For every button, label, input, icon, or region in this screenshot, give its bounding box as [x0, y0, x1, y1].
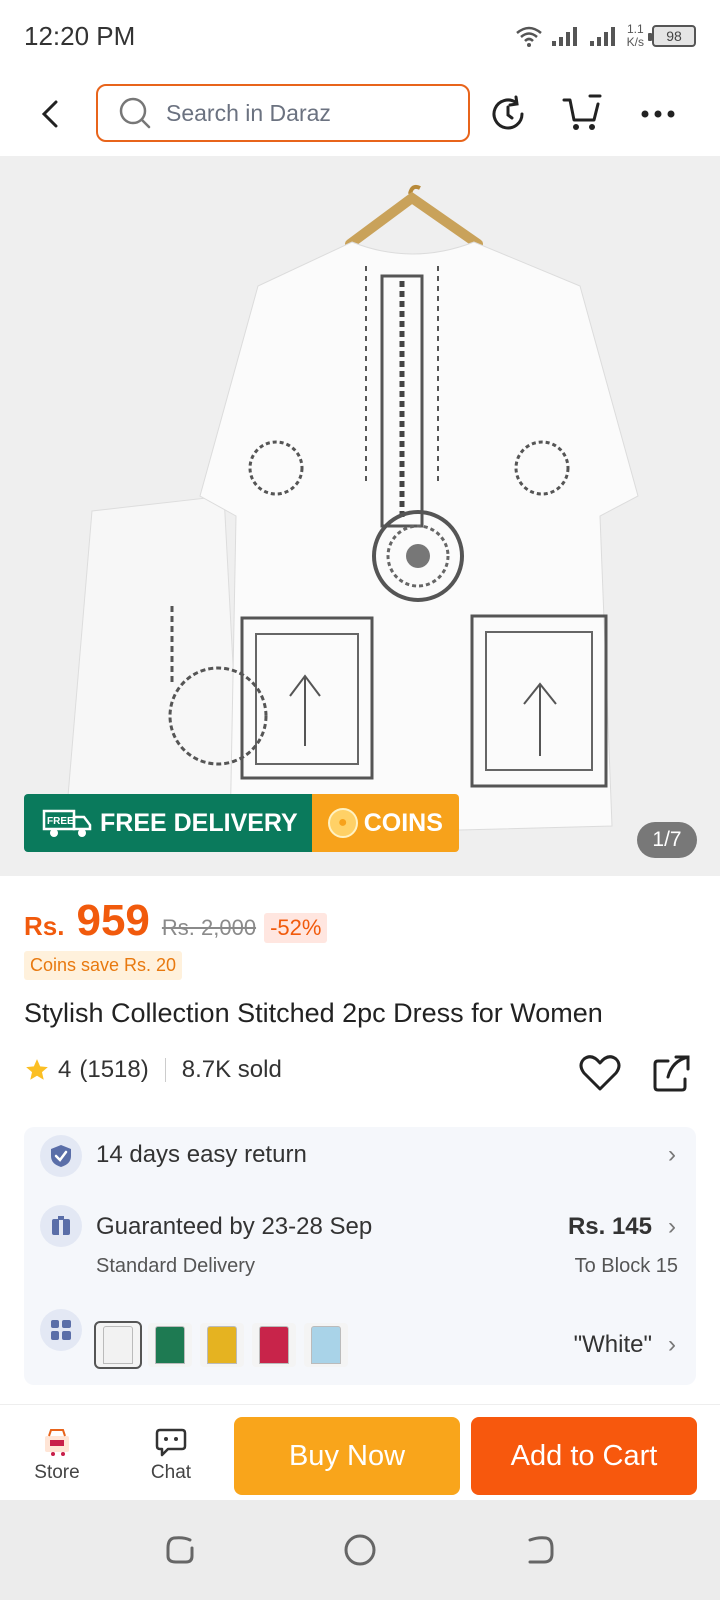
product-title: Stylish Collection Stitched 2pc Dress fo… — [24, 998, 603, 1028]
delivery-type-text: Standard Delivery — [96, 1255, 255, 1277]
history-icon — [492, 95, 524, 130]
original-price: Rs. 2,000 — [161, 915, 257, 940]
discount-badge: -52% — [264, 913, 328, 943]
search-placeholder: Search in Daraz — [166, 99, 331, 126]
price-row: Rs. 959 Rs. 2,000 -52% — [24, 896, 328, 946]
back-button[interactable] — [32, 94, 68, 134]
back-nav-icon — [528, 1536, 554, 1564]
product-image — [0, 156, 720, 876]
network-speed: 1.1 K/s — [627, 23, 644, 49]
delivery-guarantee-text: Guaranteed by 23-28 Sep — [96, 1213, 373, 1240]
store-button[interactable]: Store — [12, 1415, 102, 1495]
chat-button[interactable]: Chat — [126, 1415, 216, 1495]
swatch-dress-thumb — [259, 1326, 289, 1364]
recent-apps-icon — [166, 1536, 194, 1564]
status-icons: 1.1 K/s 98 — [515, 23, 696, 49]
swatch-dress-thumb — [155, 1326, 185, 1364]
free-delivery-badge: FREE FREE DELIVERY — [24, 794, 312, 852]
rating-count: (1518) — [79, 1056, 149, 1083]
share-button[interactable] — [652, 1053, 692, 1093]
swatch-red[interactable] — [252, 1323, 296, 1367]
home-button[interactable] — [342, 1532, 378, 1568]
chat-icon — [155, 1428, 187, 1457]
coin-icon: ● — [327, 808, 358, 838]
store-label: Store — [34, 1462, 80, 1483]
more-icon — [641, 110, 675, 118]
chevron-right-icon: › — [668, 1331, 676, 1358]
chat-label: Chat — [150, 1462, 192, 1483]
add-to-cart-button[interactable]: Add to Cart — [471, 1417, 697, 1495]
selected-variant: "White" — [573, 1331, 652, 1358]
promo-banner: FREE FREE DELIVERY ● COINS — [24, 794, 459, 852]
variants-grid-icon — [40, 1309, 82, 1351]
star-icon — [26, 1059, 48, 1080]
coins-text: COINS — [363, 808, 443, 837]
swatch-green[interactable] — [148, 1323, 192, 1367]
chevron-right-icon: › — [668, 1141, 676, 1168]
system-navigation-bar — [0, 1500, 720, 1600]
current-price: 959 — [76, 896, 150, 945]
swatch-yellow[interactable] — [200, 1323, 244, 1367]
home-icon — [344, 1534, 376, 1566]
signal-icon-2 — [589, 27, 615, 46]
cart-icon — [562, 94, 602, 130]
wishlist-button[interactable] — [578, 1053, 622, 1093]
divider — [164, 1058, 166, 1082]
free-badge-text: FREE — [47, 816, 74, 827]
history-button[interactable] — [486, 92, 530, 136]
swatch-dress-thumb — [103, 1326, 133, 1364]
shipping-price: Rs. 145 — [567, 1213, 652, 1240]
rating-row[interactable]: 4 (1518) 8.7K sold — [24, 1056, 282, 1084]
search-icon — [119, 97, 151, 129]
free-delivery-text: FREE DELIVERY — [100, 808, 298, 837]
currency-label: Rs. — [24, 911, 65, 941]
share-icon — [653, 1055, 690, 1092]
sold-count: 8.7K sold — [181, 1056, 282, 1083]
delivery-info-card: 14 days easy return › Guaranteed by 23-2… — [24, 1127, 696, 1385]
speed-unit: K/s — [626, 35, 644, 49]
recent-apps-button[interactable] — [162, 1532, 198, 1568]
heart-icon — [579, 1055, 621, 1091]
status-time: 12:20 PM — [24, 20, 136, 51]
shield-check-icon — [40, 1135, 82, 1177]
swatch-dress-thumb — [207, 1326, 237, 1364]
chevron-left-icon — [41, 100, 58, 128]
swatch-dress-thumb — [311, 1326, 341, 1364]
search-input[interactable]: Search in Daraz — [96, 84, 470, 142]
product-image-gallery[interactable]: FREE FREE DELIVERY ● COINS 1/7 — [0, 156, 720, 876]
top-nav: Search in Daraz — [0, 72, 720, 156]
chevron-right-icon: › — [668, 1213, 676, 1240]
package-icon — [40, 1205, 82, 1247]
signal-icon — [551, 27, 577, 46]
return-policy-row[interactable]: 14 days easy return › — [24, 1127, 696, 1185]
rating-value: 4 — [58, 1056, 72, 1083]
bottom-action-bar: Store Chat Buy Now Add to Cart — [0, 1404, 720, 1500]
status-bar: 12:20 PM 1.1 K/s 98 — [0, 0, 720, 72]
color-swatches — [94, 1321, 348, 1369]
delivery-truck-icon: FREE — [42, 809, 92, 837]
buy-now-button[interactable]: Buy Now — [234, 1417, 460, 1495]
store-icon — [45, 1429, 69, 1456]
wifi-icon — [515, 26, 542, 47]
coins-save-badge: Coins save Rs. 20 — [24, 951, 183, 980]
swatch-white[interactable] — [94, 1321, 142, 1369]
shipping-destination: To Block 15 — [574, 1255, 678, 1277]
cart-button[interactable] — [560, 92, 604, 136]
swatch-blue[interactable] — [304, 1323, 348, 1367]
delivery-row[interactable]: Guaranteed by 23-28 Sep Standard Deliver… — [24, 1197, 696, 1277]
return-policy-text: 14 days easy return — [96, 1141, 307, 1168]
coins-badge: ● COINS — [311, 794, 459, 852]
back-nav-button[interactable] — [522, 1532, 558, 1568]
more-options-button[interactable] — [636, 92, 680, 136]
battery-icon: 98 — [648, 25, 696, 47]
image-counter: 1/7 — [637, 822, 697, 858]
